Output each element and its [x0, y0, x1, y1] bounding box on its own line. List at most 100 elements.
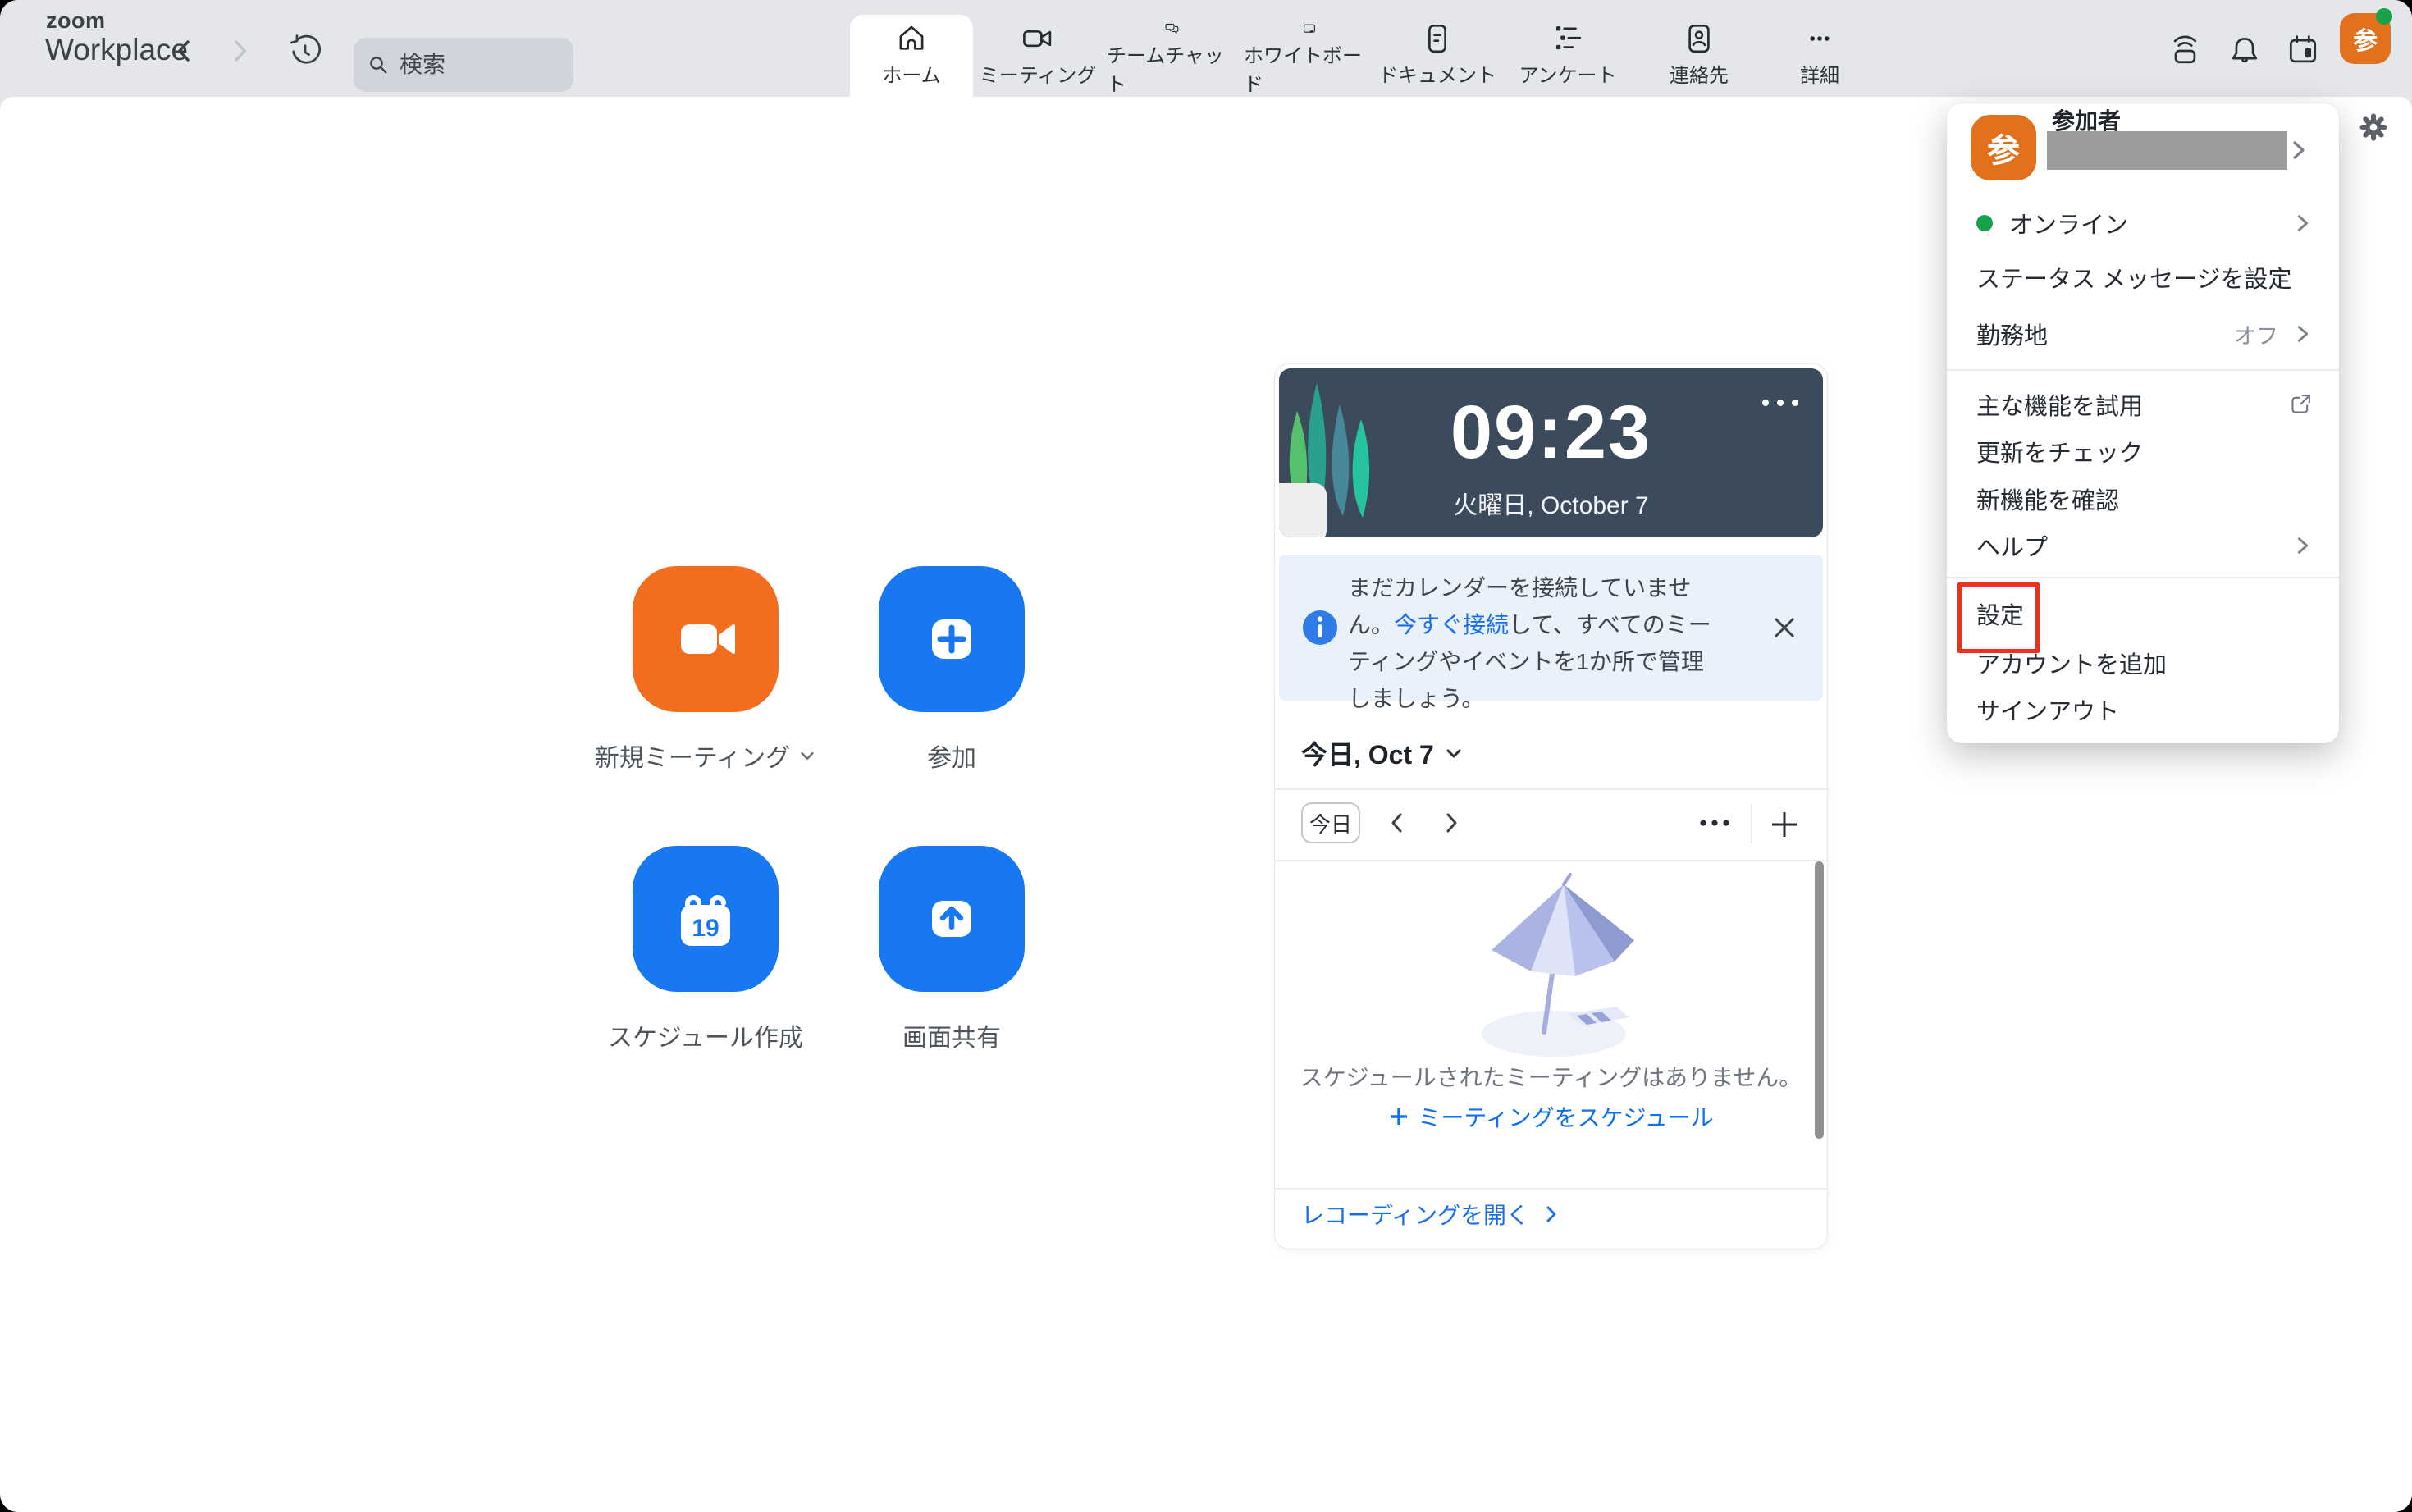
connect-now-link[interactable]: 今すぐ接続 — [1394, 612, 1509, 637]
chevron-right-icon — [2293, 212, 2313, 235]
external-link-icon — [2288, 392, 2313, 417]
menu-item-label: アカウントを追加 — [1976, 646, 2167, 680]
menu-item-label: 更新をチェック — [1976, 434, 2143, 468]
menu-item-label: 主な機能を試用 — [1976, 387, 2143, 422]
menu-item-work-location[interactable]: 勤務地 オフ — [1947, 316, 2339, 352]
tab-label: 詳細 — [1800, 59, 1839, 88]
tab-label: 連絡先 — [1670, 59, 1729, 88]
menu-item-sign-out[interactable]: サインアウト — [1947, 692, 2339, 728]
avatar-initial: 参 — [2353, 21, 2378, 57]
schedule-meeting-link[interactable]: ミーティングをスケジュール — [1275, 1100, 1827, 1133]
divider — [1275, 860, 1827, 861]
new-meeting-label: 新規ミーティング — [574, 738, 837, 774]
work-location-value: オフ — [2234, 318, 2278, 350]
video-camera-icon — [1021, 21, 1055, 56]
chevron-right-icon — [2293, 322, 2313, 345]
tab-contacts[interactable]: 連絡先 — [1633, 0, 1765, 97]
bell-icon — [2227, 33, 2263, 69]
chevron-down-icon[interactable] — [798, 747, 816, 765]
chevron-down-icon — [1444, 743, 1464, 763]
menu-item-label: 新機能を確認 — [1976, 482, 2119, 516]
new-meeting-button[interactable] — [633, 566, 779, 712]
home-icon — [894, 21, 929, 56]
menu-item-status[interactable]: オンライン — [1947, 205, 2339, 241]
menu-item-label: ステータス メッセージを設定 — [1976, 260, 2291, 295]
clock-more-button[interactable] — [1762, 400, 1798, 406]
today-button[interactable]: 今日 — [1301, 802, 1360, 843]
search-box[interactable] — [354, 38, 573, 92]
share-to-device-button[interactable] — [2167, 33, 2203, 69]
clock-time: 09:23 — [1279, 390, 1823, 476]
menu-item-help[interactable]: ヘルプ — [1947, 528, 2339, 564]
share-screen-button[interactable] — [879, 846, 1025, 992]
tab-meetings[interactable]: ミーティング — [972, 0, 1103, 97]
menu-item-set-status-message[interactable]: ステータス メッセージを設定 — [1947, 259, 2339, 295]
panel-more-button[interactable] — [1695, 812, 1734, 834]
topbar: zoom Workplace ホーム — [0, 0, 2412, 97]
menu-item-check-updates[interactable]: 更新をチェック — [1947, 433, 2339, 469]
tab-label: ドキュメント — [1378, 59, 1496, 88]
presence-dot — [2376, 8, 2392, 25]
schedule-button[interactable]: 19 — [633, 846, 779, 992]
gear-icon — [2356, 110, 2391, 144]
join-label: 参加 — [820, 738, 1083, 774]
history-button[interactable] — [287, 33, 323, 69]
menu-item-add-account[interactable]: アカウントを追加 — [1947, 645, 2339, 681]
tab-home[interactable]: ホーム — [846, 0, 977, 97]
today-button-label: 今日 — [1309, 808, 1352, 838]
search-input[interactable] — [398, 51, 557, 79]
menu-divider — [1947, 369, 2339, 371]
open-recordings-text: レコーディングを開く — [1301, 1198, 1529, 1231]
tab-label: アンケート — [1519, 59, 1616, 88]
clock-card: 09:23 火曜日, October 7 — [1279, 368, 1823, 537]
calendar-connect-banner: まだカレンダーを接続していません。今すぐ接続して、すべてのミーティングやイベント… — [1279, 555, 1823, 701]
panel-scrollbar[interactable] — [1815, 861, 1824, 1139]
back-button[interactable] — [170, 36, 199, 66]
menu-item-whats-new[interactable]: 新機能を確認 — [1947, 481, 2339, 517]
date-header-dropdown[interactable]: 今日, Oct 7 — [1301, 734, 1464, 772]
calendar-button[interactable] — [2285, 33, 2321, 69]
toolbar-separator — [1751, 804, 1752, 843]
forward-button[interactable] — [225, 36, 254, 66]
divider — [1275, 1188, 1827, 1190]
tab-label: ホーム — [882, 59, 940, 88]
online-status-dot — [1976, 215, 1993, 231]
document-icon — [1420, 21, 1455, 56]
label-text: 参加 — [927, 738, 976, 774]
prev-day-button[interactable] — [1383, 809, 1411, 837]
calendar-19-icon: 19 — [665, 878, 747, 960]
workplace-logo: Workplace — [45, 33, 188, 67]
tab-team-chat[interactable]: チームチャット — [1107, 0, 1238, 97]
whiteboard-icon — [1292, 21, 1327, 36]
close-banner-button[interactable] — [1770, 614, 1798, 642]
menu-item-label: 勤務地 — [1976, 317, 2048, 351]
tab-more[interactable]: 詳細 — [1754, 0, 1885, 97]
tab-docs[interactable]: ドキュメント — [1372, 0, 1503, 97]
tab-surveys[interactable]: アンケート — [1502, 0, 1633, 97]
open-recordings-link[interactable]: レコーディングを開く — [1301, 1198, 1560, 1231]
tab-label: ホワイトボード — [1244, 39, 1375, 97]
menu-divider — [1947, 577, 2339, 578]
info-icon — [1302, 610, 1338, 646]
svg-text:19: 19 — [692, 915, 719, 942]
chat-bubbles-icon — [1155, 21, 1190, 36]
share-screen-label: 画面共有 — [820, 1017, 1083, 1053]
notifications-button[interactable] — [2227, 33, 2263, 69]
menu-item-try-features[interactable]: 主な機能を試用 — [1947, 386, 2339, 423]
chevron-right-icon[interactable] — [2288, 138, 2309, 162]
next-day-button[interactable] — [1437, 809, 1465, 837]
share-screen-arrow-icon — [912, 879, 991, 958]
menu-item-label: 設定 — [1976, 596, 2024, 631]
join-meeting-button[interactable] — [879, 566, 1025, 712]
beach-umbrella-illustration — [1472, 871, 1636, 1060]
divider — [1275, 788, 1827, 790]
video-camera-icon — [666, 600, 745, 678]
chevron-right-icon — [225, 36, 254, 66]
label-text: 新規ミーティング — [595, 738, 790, 774]
settings-gear-button[interactable] — [2356, 110, 2391, 144]
menu-item-settings[interactable]: 設定 — [1947, 596, 2339, 632]
schedule-meeting-link-text: ミーティングをスケジュール — [1418, 1100, 1713, 1133]
tab-whiteboard[interactable]: ホワイトボード — [1244, 0, 1375, 97]
add-meeting-button[interactable] — [1769, 809, 1800, 840]
history-icon — [287, 33, 323, 69]
